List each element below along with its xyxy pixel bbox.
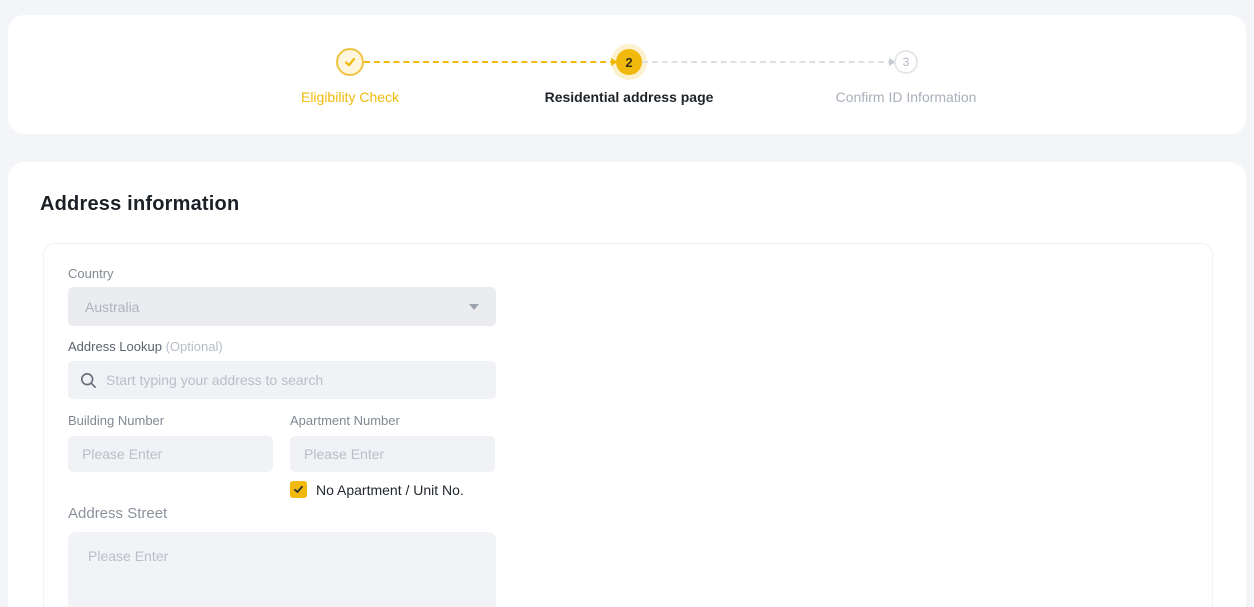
building-number-input[interactable] (68, 436, 273, 472)
address-form-card: Address information Country Australia Ad… (8, 162, 1246, 607)
step-number-badge: 2 (616, 49, 642, 75)
address-lookup-search-field[interactable] (68, 361, 496, 399)
address-street-field-group: Address Street (68, 505, 1188, 607)
country-field-group: Country Australia (68, 266, 1188, 326)
address-form-box: Country Australia Address Lookup (Option… (43, 243, 1213, 607)
building-number-field-group: Building Number (68, 413, 273, 498)
checkbox-check-icon (293, 484, 304, 495)
search-icon (80, 372, 97, 389)
stepper-step-confirm-id[interactable]: 3 Confirm ID Information (894, 48, 918, 74)
address-lookup-label: Address Lookup (Optional) (68, 339, 1188, 354)
address-street-label: Address Street (68, 505, 1188, 522)
address-lookup-label-text: Address Lookup (68, 339, 162, 354)
no-apartment-checkbox-row[interactable]: No Apartment / Unit No. (290, 481, 495, 498)
address-lookup-field-group: Address Lookup (Optional) (68, 339, 1188, 399)
apartment-number-field-group: Apartment Number No Apartment / Unit No. (290, 413, 495, 498)
chevron-down-icon (469, 304, 479, 310)
step-number-badge: 3 (894, 50, 918, 74)
country-label: Country (68, 266, 1188, 281)
address-lookup-optional-note: (Optional) (166, 339, 223, 354)
no-apartment-checkbox[interactable] (290, 481, 307, 498)
stepper-card: Eligibility Check 2 Residential address … (8, 15, 1246, 134)
step-label-residential-address: Residential address page (545, 89, 714, 105)
check-icon (343, 55, 357, 69)
stepper-step-residential-address[interactable]: 2 Residential address page (616, 48, 642, 75)
country-select[interactable]: Australia (68, 287, 496, 326)
apartment-number-input[interactable] (290, 436, 495, 472)
address-street-textarea[interactable] (68, 532, 496, 607)
address-lookup-input[interactable] (106, 372, 484, 388)
country-selected-value: Australia (85, 299, 139, 315)
building-apartment-row: Building Number Apartment Number No Apar… (68, 413, 1188, 498)
apartment-number-label: Apartment Number (290, 413, 495, 428)
page-title: Address information (40, 193, 1214, 216)
step-completed-check-icon (336, 48, 364, 76)
stepper-connector-active (364, 61, 616, 63)
stepper: Eligibility Check 2 Residential address … (8, 15, 1246, 76)
step-label-confirm-id: Confirm ID Information (836, 89, 977, 105)
building-number-label: Building Number (68, 413, 273, 428)
step-label-eligibility-check: Eligibility Check (301, 89, 399, 105)
no-apartment-checkbox-label: No Apartment / Unit No. (316, 482, 464, 498)
stepper-connector-inactive (642, 61, 894, 63)
stepper-step-eligibility-check[interactable]: Eligibility Check (336, 48, 364, 76)
